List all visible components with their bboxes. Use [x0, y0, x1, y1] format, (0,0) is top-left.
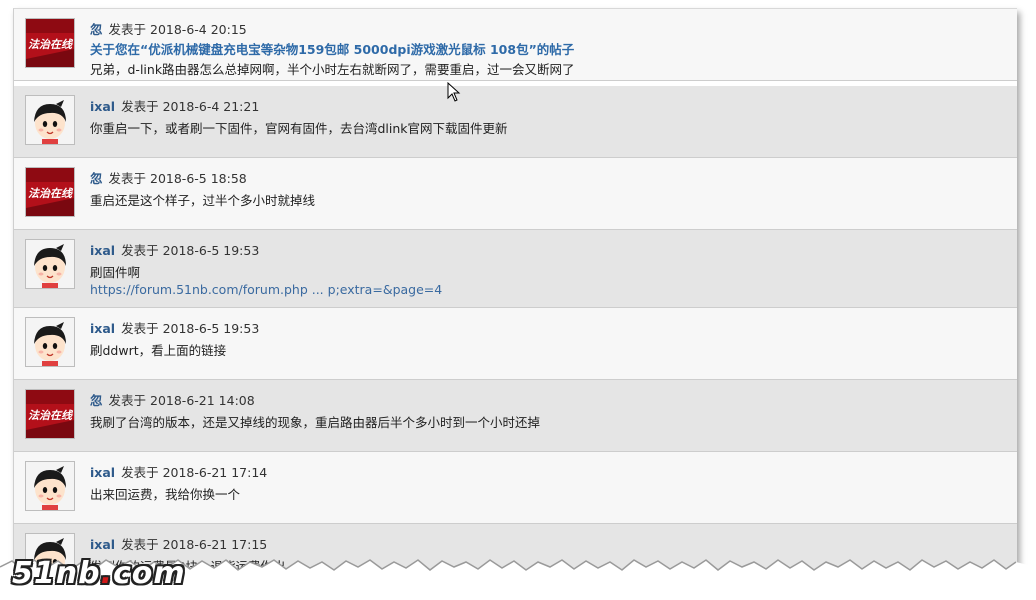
- author-link[interactable]: 忽: [90, 393, 103, 408]
- message-text: 你重启一下，或者刷一下固件，官网有固件，去台湾dlink官网下载固件更新: [90, 121, 508, 136]
- message-meta: ixal 发表于 2018-6-21 17:14: [90, 462, 267, 481]
- post-time: 2018-6-21 17:14: [162, 465, 268, 480]
- posted-label: 发表于: [121, 243, 159, 258]
- cartoon-avatar-icon: [26, 96, 74, 144]
- message-text: 兄弟，d-link路由器怎么总掉网啊，半个小时左右就断网了，需要重启，过一会又断…: [90, 62, 575, 77]
- message-item: ixal 发表于 2018-6-21 17:14 出来回运费，我给你换一个: [14, 452, 1017, 524]
- message-meta: 忽 发表于 2018-6-21 14:08: [90, 390, 255, 409]
- message-text: 重启还是这个样子，过半个多小时就掉线: [90, 193, 316, 208]
- message-meta: ixal 发表于 2018-6-4 21:21: [90, 96, 259, 115]
- watermark-dot: .: [100, 556, 113, 591]
- message-text: 刷固件啊: [90, 265, 141, 280]
- message-item: ixal 发表于 2018-6-5 19:53 刷ddwrt，看上面的链接: [14, 308, 1017, 380]
- watermark-suffix: com: [113, 556, 186, 591]
- logo-text: 法治在线: [28, 187, 74, 200]
- posted-label: 发表于: [108, 171, 147, 186]
- posted-label: 发表于: [108, 22, 147, 37]
- message-meta: ixal 发表于 2018-6-5 19:53: [90, 240, 259, 259]
- message-item: 法治在线 忽 发表于 2018-6-5 18:58 重启还是这个样子，过半个多小…: [14, 158, 1017, 230]
- message-text: 我刷了台湾的版本，还是又掉线的现象，重启路由器后半个多小时到一个小时还掉: [90, 415, 541, 430]
- post-time: 2018-6-5 18:58: [150, 171, 247, 186]
- avatar-cartoon[interactable]: [25, 239, 75, 289]
- author-link[interactable]: ixal: [90, 99, 115, 114]
- posted-label: 发表于: [121, 537, 159, 552]
- logo-text: 法治在线: [28, 409, 74, 422]
- avatar-cartoon[interactable]: [25, 95, 75, 145]
- message-meta: 忽 发表于 2018-6-4 20:15: [90, 19, 247, 38]
- avatar-cartoon[interactable]: [25, 461, 75, 511]
- author-link[interactable]: ixal: [90, 243, 115, 258]
- fazhi-logo-icon: 法治在线: [26, 168, 74, 216]
- mouse-cursor-icon: [447, 82, 461, 102]
- message-item: ixal 发表于 2018-6-5 19:53 刷固件啊 https://for…: [14, 230, 1017, 308]
- message-meta: 忽 发表于 2018-6-5 18:58: [90, 168, 247, 187]
- message-text: 出来回运费，我给你换一个: [90, 487, 241, 502]
- author-link[interactable]: ixal: [90, 321, 115, 336]
- message-meta: ixal 发表于 2018-6-5 19:53: [90, 318, 259, 337]
- thread-subject-link[interactable]: 关于您在“优派机械键盘充电宝等杂物159包邮 5000dpi游戏激光鼠标 108…: [90, 39, 574, 58]
- author-link[interactable]: ixal: [90, 465, 115, 480]
- cartoon-avatar-icon: [26, 318, 74, 366]
- post-time: 2018-6-21 17:15: [162, 537, 268, 552]
- post-time: 2018-6-4 20:15: [150, 22, 247, 37]
- message-item: 法治在线 忽 发表于 2018-6-21 14:08 我刷了台湾的版本，还是又掉…: [14, 380, 1017, 452]
- cartoon-avatar-icon: [26, 462, 74, 510]
- fazhi-logo-icon: 法治在线: [26, 390, 74, 438]
- logo-text: 法治在线: [28, 38, 74, 51]
- cartoon-avatar-icon: [26, 240, 74, 288]
- forum-link[interactable]: https://forum.51nb.com/forum.php ... p;e…: [90, 282, 442, 297]
- posted-label: 发表于: [121, 465, 159, 480]
- avatar-cartoon[interactable]: [25, 317, 75, 367]
- site-watermark: 51nb.com: [12, 556, 186, 591]
- fazhi-logo-icon: 法治在线: [26, 19, 74, 67]
- message-text: 刷ddwrt，看上面的链接: [90, 343, 227, 358]
- avatar-logo[interactable]: 法治在线: [25, 167, 75, 217]
- watermark-text: 51nb: [12, 556, 101, 591]
- author-link[interactable]: ixal: [90, 537, 115, 552]
- posted-label: 发表于: [108, 393, 147, 408]
- message-item: ixal 发表于 2018-6-4 21:21 你重启一下，或者刷一下固件，官网…: [14, 86, 1017, 158]
- posted-label: 发表于: [121, 321, 159, 336]
- avatar-logo[interactable]: 法治在线: [25, 389, 75, 439]
- posted-label: 发表于: [121, 99, 159, 114]
- message-item: 法治在线 忽 发表于 2018-6-4 20:15 关于您在“优派机械键盘充电宝…: [14, 9, 1017, 81]
- post-time: 2018-6-4 21:21: [162, 99, 260, 114]
- author-link[interactable]: 忽: [90, 22, 103, 37]
- avatar-logo[interactable]: 法治在线: [25, 18, 75, 68]
- post-time: 2018-6-5 19:53: [162, 243, 260, 258]
- post-time: 2018-6-5 19:53: [162, 321, 260, 336]
- author-link[interactable]: 忽: [90, 171, 103, 186]
- conversation-panel: 法治在线 忽 发表于 2018-6-4 20:15 关于您在“优派机械键盘充电宝…: [13, 8, 1017, 581]
- message-meta: ixal 发表于 2018-6-21 17:15: [90, 534, 267, 553]
- post-time: 2018-6-21 14:08: [150, 393, 255, 408]
